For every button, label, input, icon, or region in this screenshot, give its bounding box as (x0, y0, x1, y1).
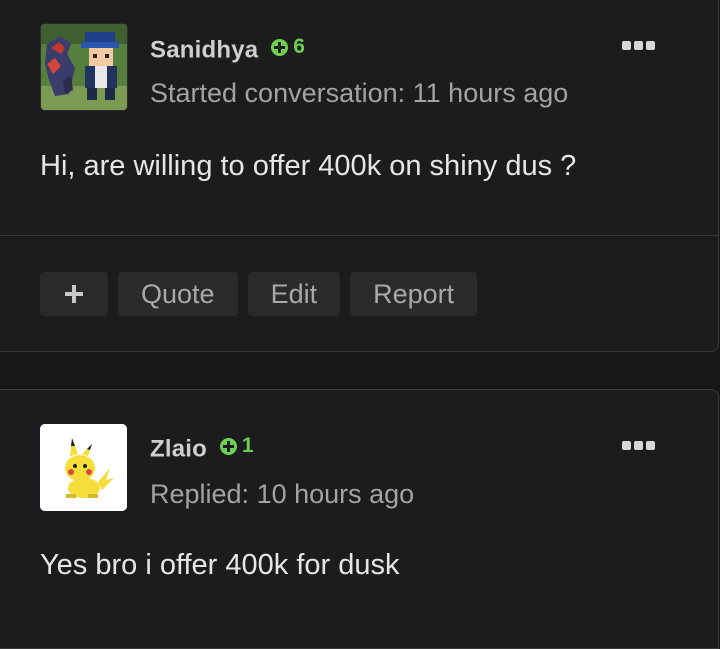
edit-button[interactable]: Edit (247, 272, 341, 316)
username[interactable]: Sanidhya 6 (150, 35, 305, 65)
post-body: Hi, are willing to offer 400k on shiny d… (40, 150, 577, 182)
more-options-icon[interactable] (622, 41, 655, 50)
avatar[interactable] (40, 23, 128, 111)
avatar[interactable] (40, 424, 127, 511)
post-meta: Replied: 10 hours ago (150, 479, 415, 509)
reputation-count: 6 (293, 35, 306, 58)
quote-button[interactable]: Quote (118, 272, 238, 316)
username[interactable]: Zlaio 1 (150, 434, 254, 464)
post-actions: Quote Edit Report (40, 272, 478, 316)
more-options-icon[interactable] (622, 441, 655, 450)
divider (0, 235, 718, 236)
plus-button[interactable] (40, 272, 108, 316)
pikachu-avatar-image (40, 424, 127, 511)
post-body: Yes bro i offer 400k for dusk (40, 549, 400, 581)
post-meta: Started conversation: 11 hours ago (150, 78, 569, 108)
rep-plus-icon (271, 38, 289, 56)
username-label[interactable]: Sanidhya (150, 37, 258, 64)
post-card-2: Zlaio 1 Replied: 10 hours ago Yes bro i … (0, 389, 719, 649)
plus-icon (65, 285, 83, 303)
reputation-badge: 1 (219, 434, 254, 458)
reputation-badge: 6 (271, 35, 305, 59)
username-label[interactable]: Zlaio (150, 436, 207, 463)
report-button[interactable]: Report (350, 272, 478, 316)
trainer-avatar-image (41, 24, 127, 110)
reputation-count: 1 (241, 434, 254, 457)
post-card-1: Sanidhya 6 Started conversation: 11 hour… (0, 0, 719, 352)
rep-plus-icon (219, 437, 237, 455)
